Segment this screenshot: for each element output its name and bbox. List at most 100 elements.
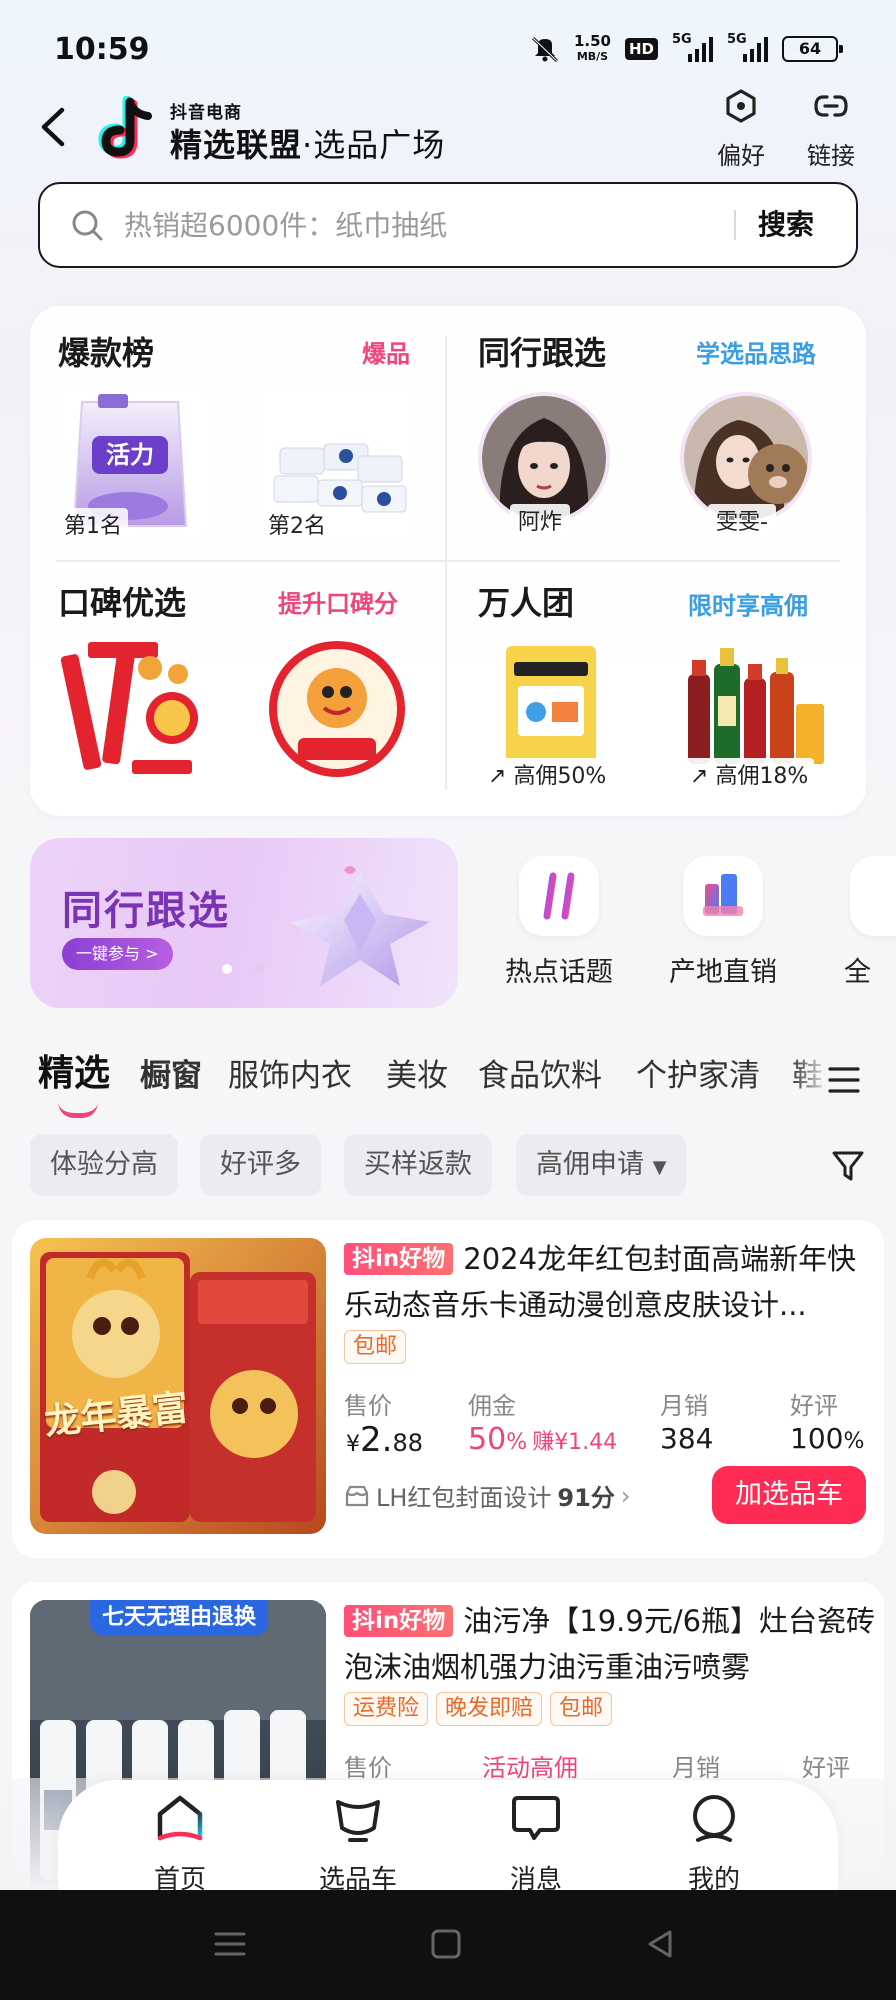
- battery-icon: 64: [782, 36, 843, 62]
- hot-list-title[interactable]: 爆款榜: [58, 328, 154, 374]
- status-time: 10:59: [54, 32, 150, 67]
- product-title: 抖in好物 油污净【19.9元/6瓶】灶台瓷砖泡沫油烟机强力油污重油污喷雾: [344, 1604, 876, 1684]
- banner-cta-button[interactable]: 一键参与 >: [62, 938, 173, 970]
- back-icon[interactable]: [36, 104, 76, 154]
- search-button[interactable]: 搜索: [758, 202, 838, 248]
- product-tag: 包邮: [550, 1692, 613, 1726]
- filter-chip-sample-refund[interactable]: 买样返款: [344, 1134, 492, 1196]
- profile-icon: [693, 1795, 735, 1842]
- product-card[interactable]: 龙年暴富 抖in好物 2024龙年红包封面高端新年快乐动态音乐卡通动漫创意皮肤设计…: [12, 1220, 884, 1558]
- nav-home[interactable]: 首页: [120, 1790, 240, 1896]
- commission-tag: ↗ 高佣50%: [482, 758, 613, 790]
- hexagon-settings-icon: [726, 89, 756, 123]
- douyin-logo-icon: [98, 96, 152, 159]
- couplet-image: [60, 642, 198, 774]
- price-value: ¥2.88: [346, 1420, 423, 1460]
- commission-label: 佣金: [468, 1392, 516, 1420]
- sales-value: 384: [660, 1422, 714, 1455]
- divider: [445, 336, 447, 790]
- price-label: 售价: [344, 1392, 392, 1420]
- product-image: 龙年暴富: [30, 1238, 326, 1534]
- origin-icon: [683, 856, 763, 936]
- filter-chip-high-commission[interactable]: 高佣申请 ▼: [516, 1134, 687, 1196]
- cart-icon: [336, 1800, 380, 1842]
- quick-nav-label: 产地直销: [669, 957, 777, 988]
- shop-icon: [345, 1485, 369, 1506]
- group-buy-title[interactable]: 万人团: [478, 578, 574, 624]
- hot-list-link[interactable]: 爆品: [362, 334, 410, 369]
- page-title: 精选联盟·选品广场: [170, 126, 446, 164]
- chevron-right-icon: ›: [620, 1481, 631, 1510]
- reputation-product-1[interactable]: [58, 634, 208, 784]
- status-bar: 10:59 1.50 MB/S HD 5G 5G 64: [0, 0, 896, 100]
- add-to-cart-button[interactable]: 加选品车: [712, 1466, 866, 1524]
- divider: [56, 560, 840, 562]
- filter-chip-good-reviews[interactable]: 好评多: [200, 1134, 321, 1196]
- search-input[interactable]: [124, 202, 744, 248]
- rank-tag: 第2名: [262, 508, 332, 540]
- window-sticker-image: [269, 641, 405, 777]
- shop-link[interactable]: LH红包封面设计 91分 ›: [344, 1478, 630, 1513]
- back-button-icon[interactable]: [644, 1928, 676, 1960]
- tab-food[interactable]: 食品饮料: [478, 1050, 602, 1095]
- group-buy-product-2[interactable]: ↗ 高佣18%: [680, 634, 840, 794]
- peer-user-name: 阿炸: [510, 504, 571, 536]
- peer-user-2[interactable]: 雯雯-: [680, 392, 820, 552]
- status-icons: 1.50 MB/S HD 5G 5G 64: [530, 32, 843, 64]
- banner-title: 同行跟选: [62, 888, 230, 934]
- rating-label: 好评: [790, 1392, 838, 1420]
- quick-nav-label: 热点话题: [505, 957, 613, 988]
- quick-nav-label: 全: [844, 957, 871, 986]
- peer-follow-link[interactable]: 学选品思路: [696, 334, 816, 369]
- chevron-down-icon: ▼: [652, 1157, 667, 1178]
- peer-user-name: 雯雯-: [708, 504, 776, 536]
- reputation-link[interactable]: 提升口碑分: [278, 584, 398, 619]
- recent-apps-icon[interactable]: [214, 1928, 246, 1960]
- group-buy-product-1[interactable]: ↗ 高佣50%: [478, 634, 638, 794]
- peer-follow-title[interactable]: 同行跟选: [478, 328, 606, 374]
- tab-beauty[interactable]: 美妆: [386, 1050, 448, 1095]
- home-button-icon[interactable]: [430, 1928, 462, 1960]
- product-image-banner: 七天无理由退换: [90, 1600, 269, 1636]
- tab-showcase[interactable]: 橱窗: [140, 1050, 202, 1095]
- tab-apparel[interactable]: 服饰内衣: [228, 1050, 352, 1095]
- rating-value: 100%: [790, 1422, 865, 1455]
- svg-text:活力: 活力: [106, 441, 154, 469]
- product-badge: 抖in好物: [344, 1605, 454, 1637]
- quick-nav-all[interactable]: 全: [840, 856, 896, 986]
- quick-nav-hot-topics[interactable]: 热点话题: [494, 856, 624, 989]
- sales-label: 月销: [660, 1392, 708, 1420]
- reputation-title[interactable]: 口碑优选: [58, 578, 186, 624]
- home-icon: [157, 1795, 203, 1841]
- filter-chip-experience[interactable]: 体验分高: [30, 1134, 178, 1196]
- product-title: 抖in好物 2024龙年红包封面高端新年快乐动态音乐卡通动漫创意皮肤设计...: [344, 1242, 857, 1322]
- group-buy-link[interactable]: 限时享高佣: [688, 586, 808, 621]
- quick-nav-origin-direct[interactable]: 产地直销: [658, 856, 788, 989]
- link-icon: [814, 95, 848, 117]
- search-icon: [72, 210, 103, 241]
- product-tags: 包邮: [344, 1330, 414, 1364]
- link-label: 链接: [807, 142, 855, 170]
- tab-personal-care[interactable]: 个护家清: [636, 1050, 760, 1095]
- reputation-product-2[interactable]: [262, 634, 412, 784]
- hot-product-2[interactable]: 第2名: [262, 390, 412, 540]
- product-tag: 晚发即赔: [436, 1692, 543, 1726]
- mute-icon: [531, 36, 559, 63]
- nav-messages[interactable]: 消息: [476, 1790, 596, 1896]
- filter-icon[interactable]: [830, 1148, 866, 1184]
- signal-icon: 5G: [727, 32, 768, 62]
- category-tabs: 精选 橱窗 服饰内衣 美妆 食品饮料 个护家清 鞋: [0, 1040, 896, 1120]
- nav-cart[interactable]: 选品车: [298, 1790, 418, 1896]
- preference-button[interactable]: 偏好: [706, 88, 776, 171]
- hot-product-1[interactable]: 活力 第1名: [58, 390, 208, 540]
- menu-icon[interactable]: [828, 1066, 860, 1094]
- tab-featured[interactable]: 精选: [38, 1044, 110, 1096]
- promo-banner[interactable]: 同行跟选 一键参与 >: [30, 838, 458, 1008]
- peer-user-1[interactable]: 阿炸: [478, 392, 618, 552]
- rank-tag: 第1名: [58, 508, 128, 540]
- all-icon: [850, 856, 896, 936]
- nav-profile[interactable]: 我的: [654, 1790, 774, 1896]
- search-bar[interactable]: 搜索: [38, 182, 858, 268]
- link-button[interactable]: 链接: [796, 88, 866, 171]
- hashtag-icon: [519, 856, 599, 936]
